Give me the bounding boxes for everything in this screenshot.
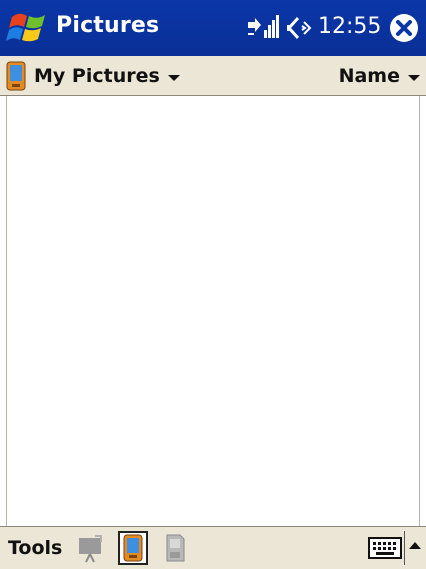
chevron-down-icon <box>167 75 180 81</box>
speaker-icon[interactable] <box>284 14 314 42</box>
sort-label: Name <box>338 65 400 87</box>
picture-list[interactable] <box>6 96 420 526</box>
speaker-glyph <box>286 16 312 40</box>
folder-dropdown[interactable]: My Pictures <box>6 60 180 92</box>
slideshow-icon <box>79 535 102 563</box>
folder-label: My Pictures <box>34 65 160 87</box>
sort-dropdown[interactable]: Name <box>339 60 420 92</box>
slideshow-button[interactable] <box>76 531 106 565</box>
chevron-down-icon <box>408 75 420 81</box>
chevron-up-icon <box>409 542 421 549</box>
navigation-bar: My Pictures Name <box>0 56 426 96</box>
keyboard-button[interactable] <box>368 535 402 561</box>
storage-card-icon <box>166 534 185 562</box>
app-title[interactable]: Pictures <box>56 13 159 38</box>
close-button[interactable] <box>388 12 420 44</box>
title-bar: Pictures 12:55 <box>0 0 426 56</box>
pocketpc-window: Pictures 12:55 My Pictures Name Tools <box>0 0 426 569</box>
connectivity-glyph <box>248 15 279 38</box>
menu-bar: Tools <box>0 526 426 569</box>
close-icon <box>390 14 418 42</box>
tools-menu[interactable]: Tools <box>8 537 62 559</box>
connectivity-icon[interactable] <box>246 12 280 44</box>
keyboard-icon <box>368 537 402 559</box>
start-button[interactable] <box>6 5 52 51</box>
windows-flag-icon <box>6 13 45 42</box>
storage-card-button[interactable] <box>160 531 190 565</box>
camera-button[interactable] <box>118 531 148 565</box>
input-selector-button[interactable] <box>404 531 424 565</box>
clock[interactable]: 12:55 <box>318 14 381 39</box>
pocketpc-device-icon <box>123 534 143 562</box>
pocketpc-device-icon <box>6 61 26 91</box>
